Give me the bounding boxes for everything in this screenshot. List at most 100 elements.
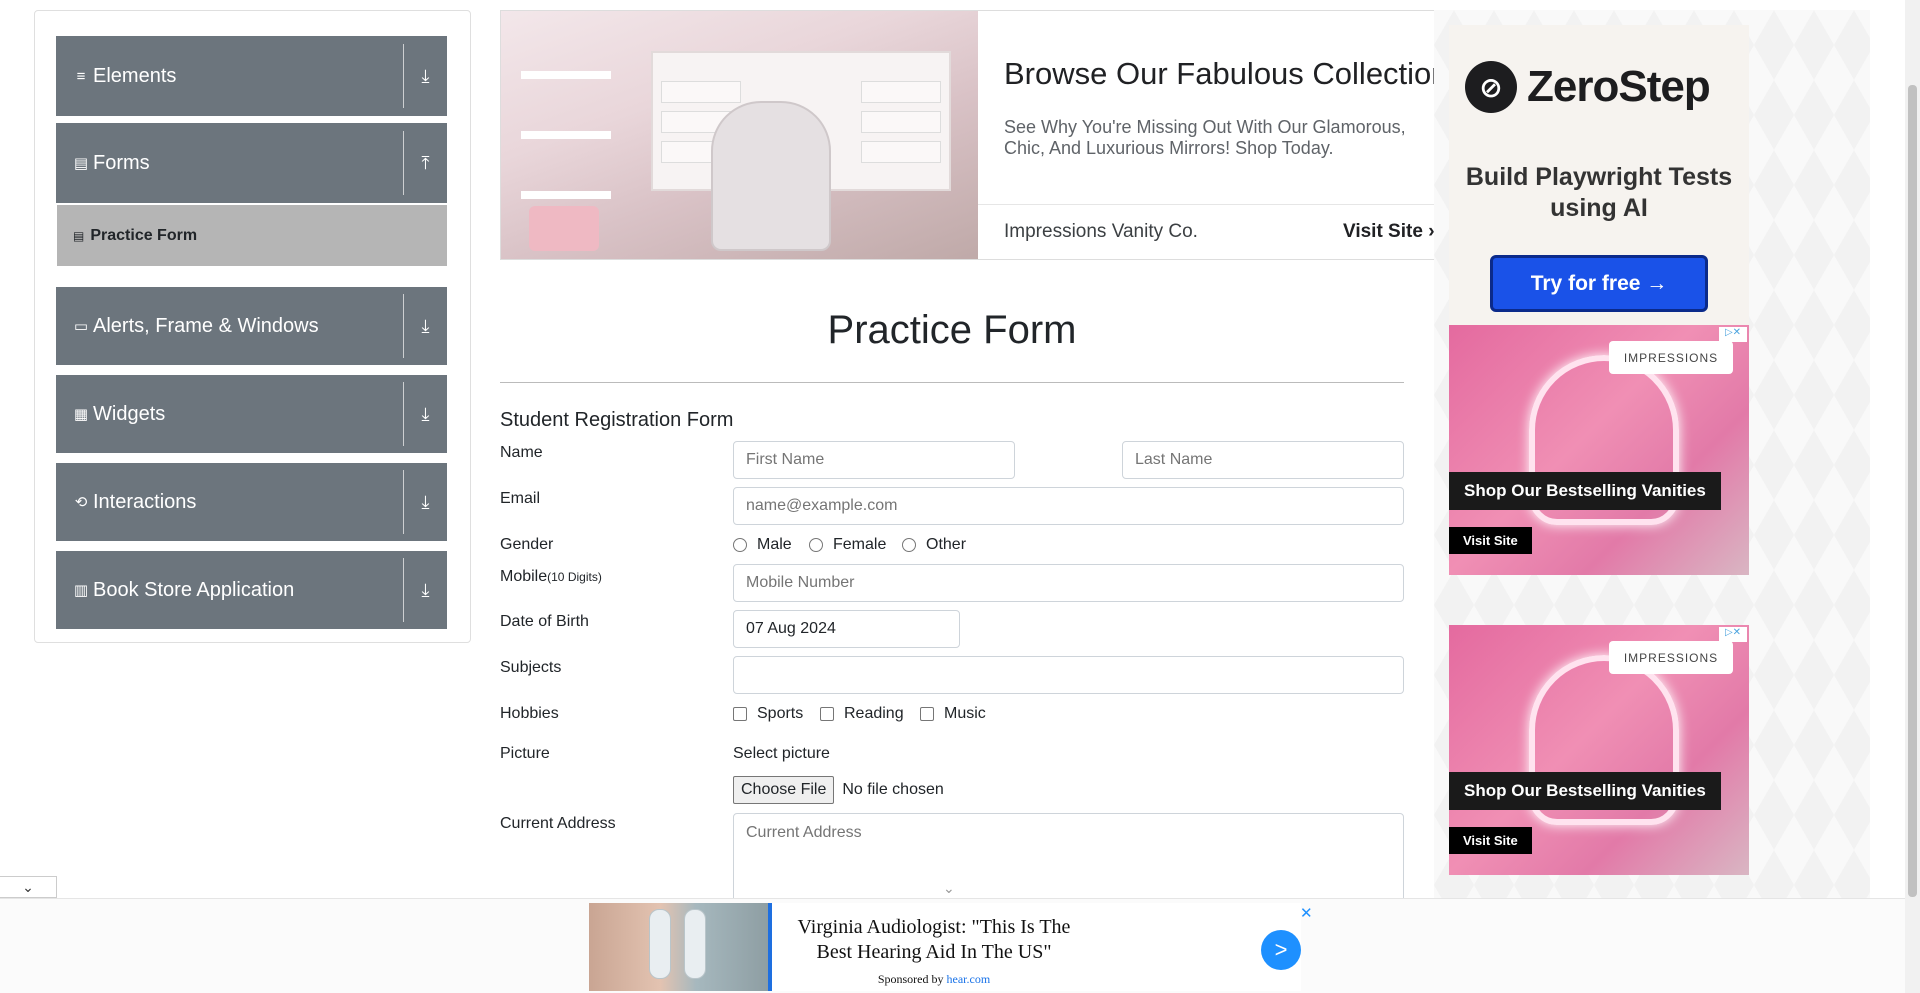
mobile-label: Mobile(10 Digits) xyxy=(500,568,602,586)
expand-arrow-icon[interactable]: ⤓ xyxy=(404,404,447,425)
sidebar-item-practice-form[interactable]: ▤ Practice Form xyxy=(57,205,447,266)
email-label: Email xyxy=(500,490,541,507)
divider xyxy=(403,470,404,534)
books-icon: ▥ xyxy=(73,582,89,599)
checkbox-icon xyxy=(733,707,747,721)
form-title: Student Registration Form xyxy=(500,409,734,431)
sponsor-link[interactable]: hear.com xyxy=(947,972,991,986)
expand-arrow-icon[interactable]: ⤓ xyxy=(404,316,447,337)
divider xyxy=(403,44,404,108)
last-name-input[interactable]: Last Name xyxy=(1122,441,1404,479)
current-address-label: Current Address xyxy=(500,815,616,832)
sidebar-group-widgets[interactable]: ▦ Widgets ⤓ xyxy=(56,375,447,453)
date-of-birth-input[interactable]: 07 Aug 2024 xyxy=(733,610,960,648)
divider xyxy=(500,382,1404,383)
sidebar-item-label: Practice Form xyxy=(90,226,198,244)
zerostep-name: ZeroStep xyxy=(1527,62,1711,111)
name-label: Name xyxy=(500,444,543,461)
subjects-label: Subjects xyxy=(500,659,562,676)
select-picture-label: Select picture xyxy=(733,745,830,762)
hobby-sports-checkbox[interactable]: Sports xyxy=(733,705,803,723)
choose-file-button[interactable]: Choose File xyxy=(733,776,835,804)
chevron-down-icon: ⌄ xyxy=(943,880,955,896)
file-status: No file chosen xyxy=(842,781,944,798)
file-upload[interactable]: Choose File No file chosen xyxy=(733,776,944,804)
close-ad-icon[interactable]: ✕ xyxy=(1300,904,1313,922)
page-title: Practice Form xyxy=(827,308,1077,352)
scrollbar-thumb[interactable] xyxy=(1908,85,1917,897)
gender-female-radio[interactable]: Female xyxy=(809,536,886,554)
collapse-ad-button[interactable]: ⌄ xyxy=(0,876,57,898)
left-sidebar: ≡ Elements ⤓ ▤ Forms ⤒ ▤ Practice Form ▭… xyxy=(34,10,471,643)
radio-label: Male xyxy=(757,536,792,553)
gender-male-radio[interactable]: Male xyxy=(733,536,792,554)
hobby-reading-checkbox[interactable]: Reading xyxy=(820,705,904,723)
hearing-aid-ad-headline[interactable]: Virginia Audiologist: "This Is The Best … xyxy=(789,915,1079,965)
banner-ad-text: See Why You're Missing Out With Our Glam… xyxy=(1004,117,1406,158)
collapse-arrow-icon[interactable]: ⤒ xyxy=(404,153,447,174)
visit-site-label: Visit Site xyxy=(1343,221,1423,242)
divider xyxy=(403,294,404,358)
checkbox-icon xyxy=(920,707,934,721)
vanity-ad[interactable]: ▷✕ IMPRESSIONS Shop Our Bestselling Vani… xyxy=(1449,625,1749,875)
vanity-ad-headline: Shop Our Bestselling Vanities xyxy=(1449,472,1721,510)
impressions-logo: IMPRESSIONS xyxy=(1609,641,1733,674)
sidebar-group-label: Alerts, Frame & Windows xyxy=(93,314,319,337)
expand-arrow-icon[interactable]: ⤓ xyxy=(404,66,447,87)
checkbox-label: Sports xyxy=(757,705,804,722)
checkbox-icon xyxy=(820,707,834,721)
expand-arrow-icon[interactable]: ⤓ xyxy=(404,580,447,601)
divider xyxy=(403,382,404,446)
impressions-logo: IMPRESSIONS xyxy=(1609,341,1733,374)
divider xyxy=(403,558,404,622)
zerostep-ad[interactable]: ⊘ ZeroStep Build Playwright Tests using … xyxy=(1449,25,1749,325)
sidebar-group-forms[interactable]: ▤ Forms ⤒ xyxy=(56,123,447,203)
mobile-label-text: Mobile xyxy=(500,568,548,585)
menu-lines-icon: ≡ xyxy=(76,67,86,85)
vanity-ad-headline: Shop Our Bestselling Vanities xyxy=(1449,772,1721,810)
divider xyxy=(978,204,1434,205)
gender-label: Gender xyxy=(500,536,554,553)
sponsored-by: Sponsored by hear.com xyxy=(789,972,1079,987)
vanity-ad[interactable]: ▷✕ IMPRESSIONS Shop Our Bestselling Vani… xyxy=(1449,325,1749,575)
adchoices-icon[interactable]: ▷✕ xyxy=(1719,627,1747,642)
sidebar-group-elements[interactable]: ≡ Elements ⤓ xyxy=(56,36,447,116)
visit-site-button[interactable]: Visit Site xyxy=(1449,527,1532,554)
radio-circle-icon xyxy=(733,538,747,552)
gender-other-radio[interactable]: Other xyxy=(902,536,966,554)
divider xyxy=(403,131,404,195)
visit-site-button[interactable]: Visit Site xyxy=(1449,827,1532,854)
sidebar-group-interactions[interactable]: ⟲ Interactions ⤓ xyxy=(56,463,447,541)
banner-ad[interactable]: Browse Our Fabulous Collection See Why Y… xyxy=(500,10,1435,260)
sidebar-group-label: Interactions xyxy=(93,490,197,513)
first-name-input[interactable]: First Name xyxy=(733,441,1015,479)
radio-circle-icon xyxy=(902,538,916,552)
sidebar-group-book-store[interactable]: ▥ Book Store Application ⤓ xyxy=(56,551,447,629)
zerostep-logo: ⊘ ZeroStep xyxy=(1465,61,1711,113)
checkbox-label: Music xyxy=(944,705,986,722)
form-icon: ▤ xyxy=(73,228,85,243)
sidebar-group-alerts[interactable]: ▭ Alerts, Frame & Windows ⤓ xyxy=(56,287,447,365)
dob-label: Date of Birth xyxy=(500,613,589,630)
sidebar-group-label: Widgets xyxy=(93,402,166,425)
zerostep-logo-icon: ⊘ xyxy=(1465,61,1517,113)
hearing-aid-ad[interactable]: Virginia Audiologist: "This Is The Best … xyxy=(589,903,1301,991)
subjects-input[interactable] xyxy=(733,656,1404,694)
sponsored-prefix: Sponsored by xyxy=(877,972,947,986)
banner-ad-title[interactable]: Browse Our Fabulous Collection xyxy=(1004,56,1434,92)
adchoices-icon[interactable]: ▷✕ xyxy=(1719,327,1747,342)
hobby-music-checkbox[interactable]: Music xyxy=(920,705,986,723)
picture-label: Picture xyxy=(500,745,550,762)
radio-circle-icon xyxy=(809,538,823,552)
hearing-aid-image xyxy=(589,903,772,991)
sidebar-group-label: Book Store Application xyxy=(93,578,295,601)
email-input[interactable]: name@example.com xyxy=(733,487,1404,525)
hobbies-label: Hobbies xyxy=(500,705,559,722)
ad-go-button[interactable]: > xyxy=(1261,930,1301,970)
banner-visit-site-link[interactable]: Visit Site › xyxy=(1343,221,1434,243)
try-for-free-button[interactable]: Try for free → xyxy=(1490,255,1708,312)
banner-ad-brand: Impressions Vanity Co. xyxy=(1004,221,1198,242)
bottom-ad-bar: Virginia Audiologist: "This Is The Best … xyxy=(0,898,1905,993)
expand-arrow-icon[interactable]: ⤓ xyxy=(404,492,447,513)
mobile-input[interactable]: Mobile Number xyxy=(733,564,1404,602)
